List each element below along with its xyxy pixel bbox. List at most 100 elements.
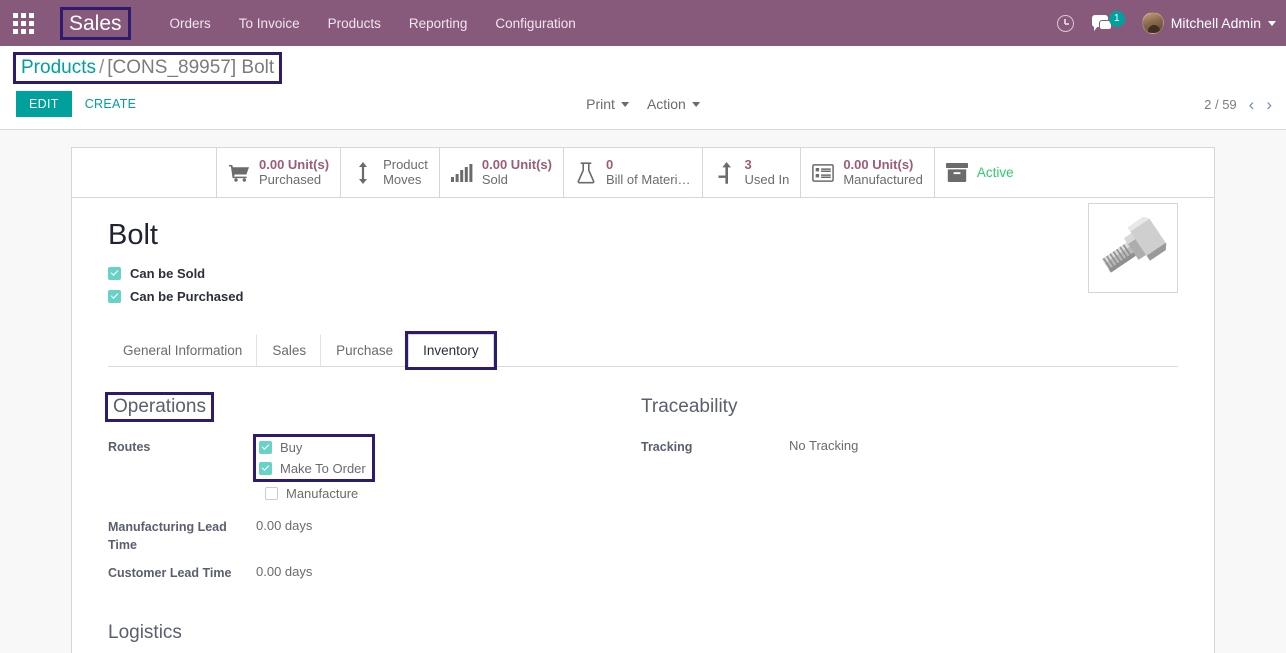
operations-column: Operations Routes Buy Make To Order Manu… (105, 391, 641, 591)
customer-lead-time-value[interactable]: 0.00 days (256, 563, 312, 582)
navbar-right-tools: 1 Mitchell Admin (1056, 0, 1276, 46)
routes-field-row: Routes Buy Make To Order Manufacture (108, 433, 641, 501)
bolt-photo-icon (1089, 204, 1177, 292)
arrow-up-turn-icon (714, 161, 736, 184)
stat-value-bill-of-materials: 0 (605, 156, 614, 172)
stat-button-purchased[interactable]: 0.00 Unit(s) Purchased (217, 148, 342, 197)
route-make-to-order-checkbox[interactable] (259, 461, 272, 475)
manufacturing-lead-time-value[interactable]: 0.00 days (256, 517, 312, 536)
messages-button[interactable]: 1 (1091, 11, 1125, 34)
page-body: 0.00 Unit(s) Purchased Product Moves 0.0… (0, 130, 1286, 653)
can-be-purchased-row[interactable]: Can be Purchased (108, 289, 1178, 304)
route-option-buy[interactable]: Buy (259, 440, 366, 455)
nav-item-products[interactable]: Products (328, 16, 381, 31)
manufacturing-lead-time-label: Manufacturing Lead Time (108, 519, 227, 553)
navbar-menu: Orders To Invoice Products Reporting Con… (170, 16, 576, 31)
routes-field: Buy Make To Order Manufacture (253, 433, 375, 501)
action-label: Action (646, 96, 686, 112)
stat-label-bill-of-materials: Bill of Materi… (605, 172, 691, 187)
route-option-manufacture[interactable]: Manufacture (265, 486, 372, 501)
app-brand[interactable]: Sales (60, 6, 131, 40)
nav-item-configuration[interactable]: Configuration (495, 16, 575, 31)
stat-label-active: Active (976, 165, 1014, 180)
logistics-section: Logistics Weight 0.00 kg Volume 0.00 m³ (72, 591, 1214, 653)
edit-button[interactable]: EDIT (16, 91, 72, 117)
arrows-vertical-icon (352, 161, 374, 184)
can-be-sold-row[interactable]: Can be Sold (108, 266, 1178, 281)
route-make-to-order-label: Make To Order (280, 460, 366, 476)
stat-label-sold: Sold (481, 172, 508, 187)
stat-value-used-in: 3 (744, 156, 752, 172)
can-be-purchased-label: Can be Purchased (130, 288, 244, 304)
chevron-down-icon (620, 101, 629, 107)
stat-button-manufactured[interactable]: 0.00 Unit(s) Manufactured (801, 148, 935, 197)
tab-general-information[interactable]: General Information (108, 333, 258, 367)
stat-label-product-moves: Moves (383, 172, 422, 187)
apps-menu-button[interactable] (0, 0, 46, 46)
tab-purchase[interactable]: Purchase (321, 333, 409, 367)
manufacturing-lead-time-row: Manufacturing Lead Time 0.00 days (108, 517, 641, 554)
can-be-purchased-checkbox[interactable] (108, 289, 121, 303)
user-name-label: Mitchell Admin (1170, 15, 1261, 31)
messages-count-badge: 1 (1108, 11, 1125, 27)
stat-button-product-moves[interactable]: Product Moves (341, 148, 440, 197)
stat-value-product-moves: Product (383, 157, 428, 172)
form-sheet: 0.00 Unit(s) Purchased Product Moves 0.0… (71, 147, 1215, 653)
breadcrumb: Products / [CONS_89957] Bolt (12, 52, 283, 84)
form-tabs: General Information Sales Purchase Inven… (108, 330, 1178, 370)
shopping-cart-icon (228, 162, 250, 184)
nav-item-to-invoice[interactable]: To Invoice (239, 16, 300, 31)
pager-next-button[interactable]: › (1266, 96, 1272, 113)
avatar (1141, 12, 1164, 34)
create-button[interactable]: CREATE (72, 91, 150, 117)
flask-icon (575, 161, 597, 184)
stat-value-sold: 0.00 Unit(s) (481, 156, 552, 172)
route-option-make-to-order[interactable]: Make To Order (259, 461, 366, 476)
stat-label-purchased: Purchased (259, 172, 322, 187)
breadcrumb-current: [CONS_89957] Bolt (107, 57, 275, 78)
tab-inventory[interactable]: Inventory (405, 330, 497, 370)
operations-section-title: Operations (105, 391, 214, 422)
pager-previous-button[interactable]: ‹ (1249, 96, 1255, 113)
control-panel-dropdowns: Print Action (586, 96, 700, 112)
stat-label-manufactured: Manufactured (843, 172, 923, 187)
customer-lead-time-label: Customer Lead Time (108, 566, 232, 581)
apps-grid-icon (12, 12, 34, 34)
stat-button-used-in[interactable]: 3 Used In (703, 148, 802, 197)
action-dropdown[interactable]: Action (647, 96, 700, 112)
stat-value-manufactured: 0.00 Unit(s) (843, 156, 914, 172)
control-panel: Products / [CONS_89957] Bolt EDIT CREATE P… (0, 46, 1286, 130)
route-manufacture-checkbox[interactable] (265, 486, 278, 500)
archive-box-icon (945, 162, 968, 184)
tab-sales[interactable]: Sales (257, 333, 322, 367)
route-buy-label: Buy (280, 439, 303, 455)
print-dropdown[interactable]: Print (586, 96, 629, 112)
breadcrumb-separator: / (98, 57, 105, 78)
customer-lead-time-row: Customer Lead Time 0.00 days (108, 563, 641, 582)
user-menu[interactable]: Mitchell Admin (1141, 12, 1276, 34)
stat-bar-spacer (72, 148, 217, 197)
can-be-sold-checkbox[interactable] (108, 266, 121, 280)
pager-count: 2 / 59 (1204, 97, 1237, 112)
tracking-value[interactable]: No Tracking (789, 437, 858, 456)
nav-item-reporting[interactable]: Reporting (409, 16, 468, 31)
clock-icon[interactable] (1056, 14, 1074, 32)
route-buy-checkbox[interactable] (259, 440, 272, 454)
stat-button-sold[interactable]: 0.00 Unit(s) Sold (440, 148, 564, 197)
page-title: Bolt (108, 219, 158, 251)
app-brand-label[interactable]: Sales (60, 6, 131, 40)
top-navbar: Sales Orders To Invoice Products Reporti… (0, 0, 1286, 46)
product-image[interactable] (1088, 203, 1178, 293)
print-label: Print (586, 96, 615, 112)
traceability-column: Traceability Tracking No Tracking (641, 395, 1174, 591)
nav-item-orders[interactable]: Orders (170, 16, 211, 31)
routes-selected-group: Buy Make To Order (253, 433, 375, 482)
bar-chart-icon (450, 162, 473, 184)
stat-button-bill-of-materials[interactable]: 0 Bill of Materi… (564, 148, 703, 197)
route-manufacture-label: Manufacture (286, 485, 359, 501)
stat-button-active[interactable]: Active (935, 148, 1025, 197)
pager: 2 / 59 ‹ › (1204, 96, 1272, 113)
breadcrumb-root-link[interactable]: Products (21, 57, 96, 78)
tracking-row: Tracking No Tracking (641, 437, 1174, 456)
chevron-down-icon (1268, 20, 1276, 26)
